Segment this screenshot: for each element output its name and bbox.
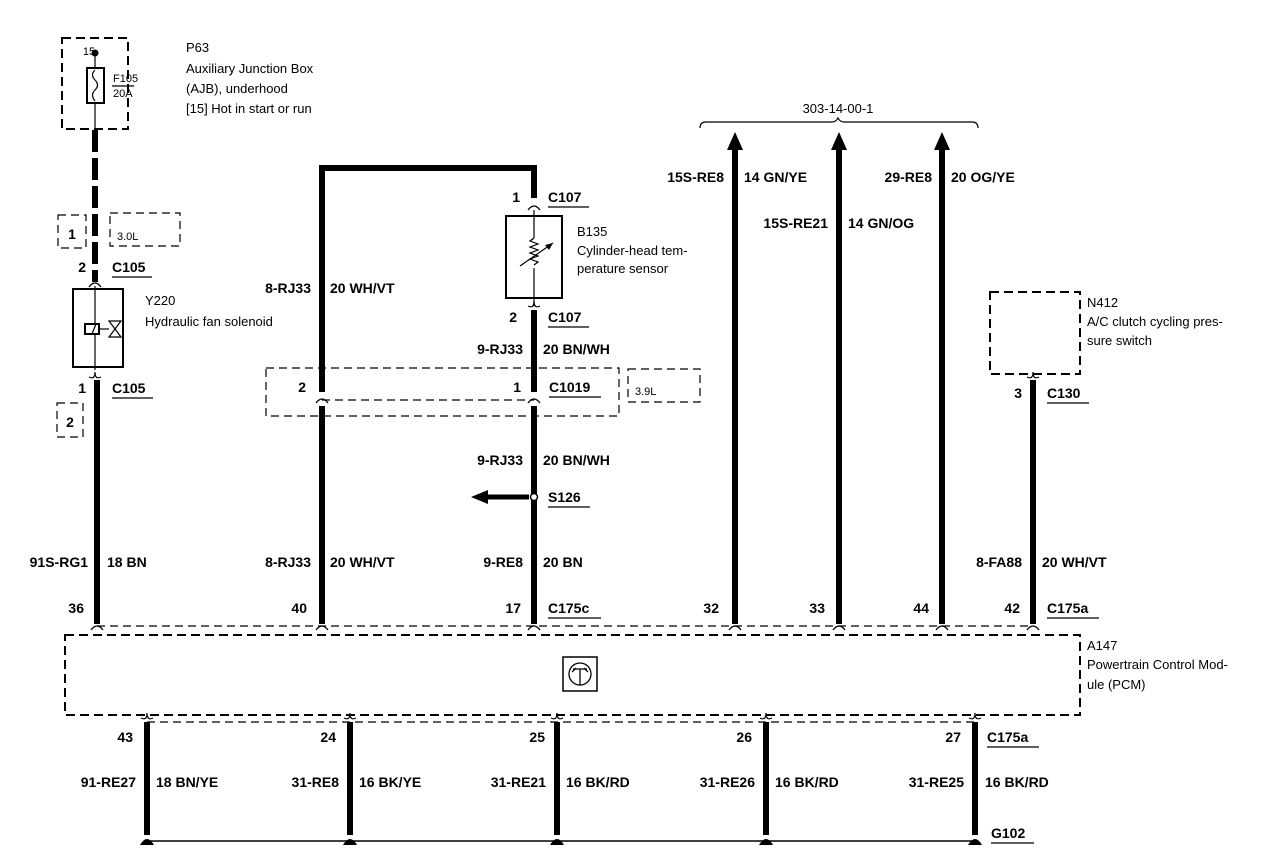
c107-top-pin: 1 xyxy=(512,189,520,205)
y220-solenoid[interactable] xyxy=(72,286,124,370)
variant-box-2-label: 2 xyxy=(66,414,74,430)
wire-circuit-label: 31-RE25 xyxy=(909,774,964,790)
wire-circuit-label: 9-RE8 xyxy=(483,554,523,570)
pcm-pin-label: 32 xyxy=(703,600,719,616)
b135-name-line2: perature sensor xyxy=(577,261,669,276)
wire-circuit-label: 9-RJ33 xyxy=(477,452,523,468)
b135-temperature-sensor[interactable] xyxy=(505,210,563,306)
wire-circuit-label: 9-RJ33 xyxy=(477,341,523,357)
variant-box-1-label: 1 xyxy=(68,226,76,242)
p63-name-line2: (AJB), underhood xyxy=(186,81,288,96)
reference-bracket xyxy=(699,116,979,129)
wire-color-label: 20 WH/VT xyxy=(1042,554,1107,570)
c107-bot-label[interactable]: C107 xyxy=(548,309,582,325)
y220-id: Y220 xyxy=(145,293,175,308)
wire-circuit-label: 31-RE26 xyxy=(700,774,755,790)
fuse-id: F105 xyxy=(113,73,138,85)
n412-name-line2: sure switch xyxy=(1087,333,1152,348)
wire-circuit-label: 8-RJ33 xyxy=(265,554,311,570)
wire-color-label: 20 OG/YE xyxy=(951,169,1015,185)
p63-name-line3: [15] Hot in start or run xyxy=(186,101,312,116)
wire-color-label: 20 WH/VT xyxy=(330,280,395,296)
a147-name-line1: Powertrain Control Mod- xyxy=(1087,657,1228,672)
c107-top-label[interactable]: C107 xyxy=(548,189,582,205)
ground-terminal-icons xyxy=(140,839,982,845)
reference-label[interactable]: 303-14-00-1 xyxy=(803,101,874,116)
fuse-icon xyxy=(86,67,105,104)
wire-color-label: 16 BK/RD xyxy=(775,774,839,790)
pcm-pin-label: 36 xyxy=(68,600,84,616)
p63-pin: 15 xyxy=(83,46,95,58)
c175c-label[interactable]: C175c xyxy=(548,600,589,616)
wire-circuit-label: 15S-RE21 xyxy=(763,215,828,231)
a147-id: A147 xyxy=(1087,638,1117,653)
wire-color-label: 18 BN/YE xyxy=(156,774,218,790)
wire-circuit-label: 29-RE8 xyxy=(885,169,933,185)
wire-color-label: 16 BK/RD xyxy=(985,774,1049,790)
g102-label[interactable]: G102 xyxy=(991,825,1025,841)
c1019-pin-right: 1 xyxy=(513,379,521,395)
wire-color-label: 16 BK/RD xyxy=(566,774,630,790)
pcm-pin-label: 27 xyxy=(945,729,961,745)
b135-id: B135 xyxy=(577,224,607,239)
wire-circuit-label: 8-FA88 xyxy=(976,554,1022,570)
p63-name-line1: Auxiliary Junction Box xyxy=(186,61,314,76)
c1019-label[interactable]: C1019 xyxy=(549,379,590,395)
variant-3-9l-label: 3.9L xyxy=(635,386,656,398)
arrow-up-icon xyxy=(934,132,950,150)
wire-circuit-label: 8-RJ33 xyxy=(265,280,311,296)
b135-name-line1: Cylinder-head tem- xyxy=(577,243,688,258)
pcm-pin-label: 17 xyxy=(505,600,521,616)
wire-circuit-label: 91-RE27 xyxy=(81,774,136,790)
pcm-pin-label: 33 xyxy=(809,600,825,616)
wire-circuit-label: 31-RE8 xyxy=(292,774,340,790)
c107-bot-pin: 2 xyxy=(509,309,517,325)
wire-color-label: 20 WH/VT xyxy=(330,554,395,570)
c175a-bot-label[interactable]: C175a xyxy=(987,729,1028,745)
pcm-transistor-icon xyxy=(562,656,598,692)
variant-3-0l-label: 3.0L xyxy=(117,231,138,243)
wire-circuit-label: 15S-RE8 xyxy=(667,169,724,185)
c105-bot-label[interactable]: C105 xyxy=(112,380,146,396)
c130-pin: 3 xyxy=(1014,385,1022,401)
wire-color-label: 20 BN/WH xyxy=(543,452,610,468)
arrow-up-icon xyxy=(727,132,743,150)
c175a-top-label[interactable]: C175a xyxy=(1047,600,1088,616)
wire-color-label: 16 BK/YE xyxy=(359,774,421,790)
pcm-pin-label: 25 xyxy=(529,729,545,745)
wire-color-label: 20 BN/WH xyxy=(543,341,610,357)
wire-circuit-label: 91S-RG1 xyxy=(30,554,89,570)
wire-color-label: 14 GN/YE xyxy=(744,169,807,185)
wire-color-label: 20 BN xyxy=(543,554,583,570)
a147-name-line2: ule (PCM) xyxy=(1087,677,1146,692)
c105-top-label[interactable]: C105 xyxy=(112,259,146,275)
wiring-diagram: 15 F105 20A P63 Auxiliary Junction Box (… xyxy=(30,37,1228,845)
pcm-pin-label: 44 xyxy=(913,600,929,616)
wire-circuit-label: 31-RE21 xyxy=(491,774,546,790)
n412-switch[interactable] xyxy=(989,291,1081,375)
c1019-pin-left: 2 xyxy=(298,379,306,395)
p63-id: P63 xyxy=(186,40,209,55)
c130-label[interactable]: C130 xyxy=(1047,385,1081,401)
n412-name-line1: A/C clutch cycling pres- xyxy=(1087,314,1223,329)
arrow-up-icon xyxy=(831,132,847,150)
pcm-pin-label: 26 xyxy=(736,729,752,745)
c105-top-pin: 2 xyxy=(78,259,86,275)
pcm-pin-label: 24 xyxy=(320,729,336,745)
pcm-pin-label: 40 xyxy=(291,600,307,616)
arrow-left-icon xyxy=(471,490,488,504)
splice-icon xyxy=(529,492,539,502)
y220-name: Hydraulic fan solenoid xyxy=(145,314,273,329)
s126-label[interactable]: S126 xyxy=(548,489,581,505)
c105-bot-pin: 1 xyxy=(78,380,86,396)
wire-color-label: 14 GN/OG xyxy=(848,215,914,231)
wire-color-label: 18 BN xyxy=(107,554,147,570)
n412-id: N412 xyxy=(1087,295,1118,310)
fuse-rating: 20A xyxy=(113,88,133,100)
pcm-pin-label: 42 xyxy=(1004,600,1020,616)
p63-junction-box[interactable]: 15 F105 20A xyxy=(61,37,138,130)
pcm-pin-label: 43 xyxy=(117,729,133,745)
